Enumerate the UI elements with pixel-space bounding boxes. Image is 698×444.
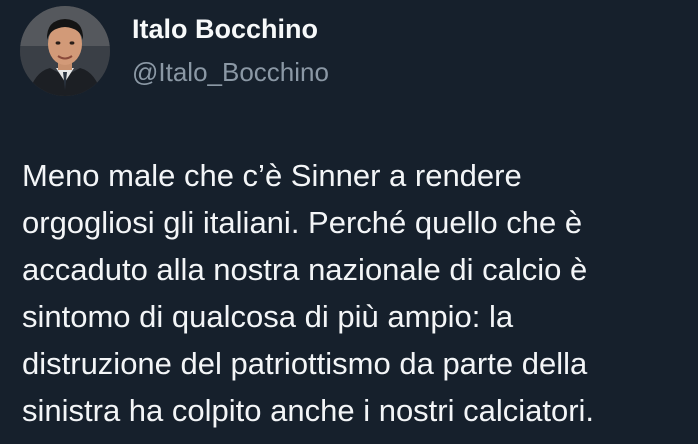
tweet-text-line: accaduto alla nostra nazionale di calcio…	[22, 252, 588, 287]
tweet-text-line: distruzione del patriottismo da parte de…	[22, 346, 588, 381]
tweet-text-line: Meno male che c’è Sinner a rendere	[22, 158, 522, 193]
author-name[interactable]: Italo Bocchino	[132, 14, 318, 45]
author-handle[interactable]: @Italo_Bocchino	[132, 57, 329, 88]
tweet-text-line: sinistra ha colpito anche i nostri calci…	[22, 393, 595, 428]
tweet-text: Meno male che c’è Sinner a rendere orgog…	[22, 152, 692, 434]
avatar-photo-icon	[20, 6, 110, 96]
author-avatar[interactable]	[20, 6, 110, 96]
tweet-text-line: orgogliosi gli italiani. Perché quello c…	[22, 205, 583, 240]
tweet-card: Italo Bocchino @Italo_Bocchino Meno male…	[0, 0, 698, 444]
tweet-text-line: sintomo di qualcosa di più ampio: la	[22, 299, 514, 334]
